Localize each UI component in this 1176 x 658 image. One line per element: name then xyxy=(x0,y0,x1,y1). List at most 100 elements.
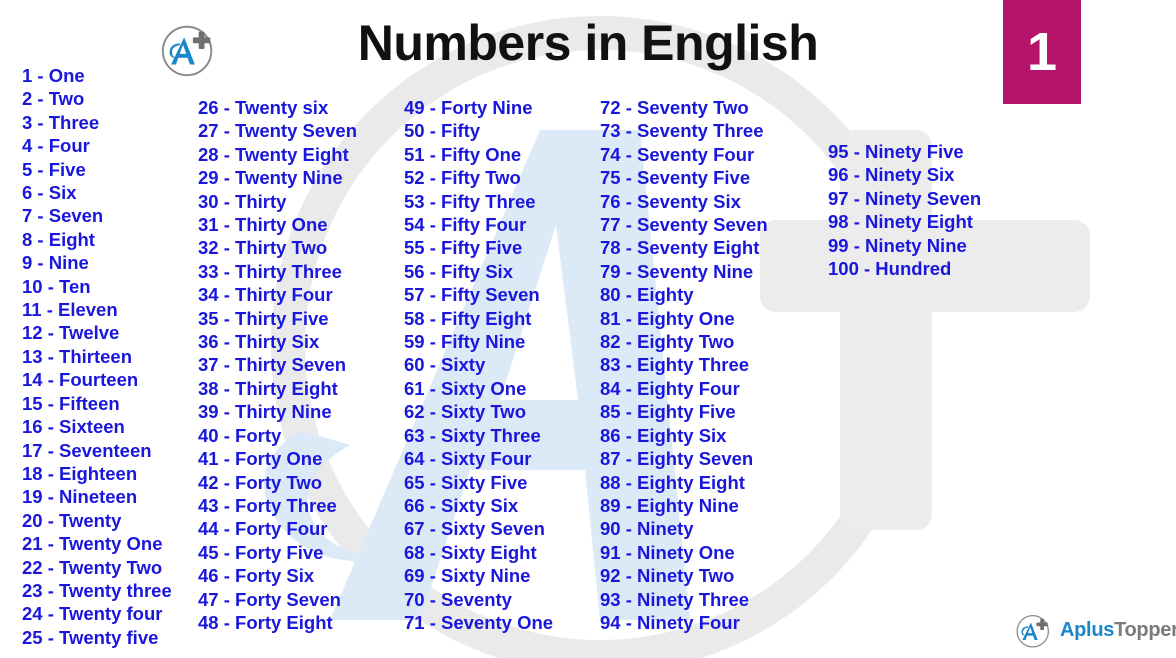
number-entry: 80 - Eighty xyxy=(600,284,694,306)
number-entry: 43 - Forty Three xyxy=(198,494,337,516)
number-entry: 47 - Forty Seven xyxy=(198,588,341,610)
number-entry: 20 - Twenty xyxy=(22,509,122,531)
number-entry: 51 - Fifty One xyxy=(404,143,522,165)
number-entry: 62 - Sixty Two xyxy=(404,401,526,423)
number-entry: 3 - Three xyxy=(22,111,100,133)
number-entry: 86 - Eighty Six xyxy=(600,424,727,446)
number-column-4: 72 - Seventy Two 73 - Seventy Three 74 - S… xyxy=(600,96,768,634)
number-entry: 26 - Twenty six xyxy=(198,97,329,118)
number-entry: 12 - Twelve xyxy=(22,322,120,344)
number-entry: 15 - Fifteen xyxy=(22,392,120,414)
number-entry: 11 - Eleven xyxy=(22,299,118,321)
background-watermark xyxy=(0,0,1176,658)
watermark-shapes xyxy=(264,16,1090,658)
number-entry: 70 - Seventy xyxy=(404,588,512,610)
number-entry: 53 - Fifty Three xyxy=(404,190,536,212)
number-entry: 67 - Sixty Seven xyxy=(404,518,545,540)
number-column-1: 1 - One 2 - Two 3 - Three 4 - Four 5 - Five 6… xyxy=(22,64,172,649)
number-entry: 89 - Eighty Nine xyxy=(600,494,739,516)
number-entry: 38 - Thirty Eight xyxy=(198,377,338,399)
number-entry: 68 - Sixty Eight xyxy=(404,541,537,563)
number-entry: 82 - Eighty Two xyxy=(600,331,735,353)
number-entry: 87 - Eighty Seven xyxy=(600,448,754,470)
number-entry: 55 - Fifty Five xyxy=(404,237,523,259)
number-entry: 69 - Sixty Nine xyxy=(404,565,531,587)
number-entry: 6 - Six xyxy=(22,182,77,204)
number-entry: 36 - Thirty Six xyxy=(198,331,320,353)
number-entry: 34 - Thirty Four xyxy=(198,284,333,306)
number-entry: 28 - Twenty Eight xyxy=(198,143,349,165)
number-entry: 91 - Ninety One xyxy=(600,541,735,563)
number-entry: 23 - Twenty three xyxy=(22,579,172,601)
number-entry: 94 - Ninety Four xyxy=(600,611,740,633)
number-entry: 74 - Seventy Four xyxy=(600,143,755,165)
brand-watermark: AplusTopper xyxy=(1014,610,1176,650)
number-entry: 13 - Thirteen xyxy=(22,345,132,367)
number-entry: 29 - Twenty Nine xyxy=(198,167,343,189)
number-entry: 8 - Eight xyxy=(22,228,95,250)
number-entry: 14 - Fourteen xyxy=(22,369,139,391)
number-entry: 71 - Seventy One xyxy=(404,611,554,633)
number-entry: 25 - Twenty five xyxy=(22,626,159,648)
number-entry: 46 - Forty Six xyxy=(198,565,315,587)
number-entry: 50 - Fifty xyxy=(404,120,481,142)
number-entry: 75 - Seventy Five xyxy=(600,167,751,189)
number-entry: 52 - Fifty Two xyxy=(404,167,521,189)
number-entry: 37 - Thirty Seven xyxy=(198,354,347,376)
number-entry: 45 - Forty Five xyxy=(198,541,324,563)
number-entry: 73 - Seventy Three xyxy=(600,120,764,142)
number-entry: 92 - Ninety Two xyxy=(600,565,735,587)
number-entry: 79 - Seventy Nine xyxy=(600,260,754,282)
number-entry: 54 - Fifty Four xyxy=(404,214,527,236)
brand-text-primary: Aplus xyxy=(1060,619,1115,641)
number-entry: 4 - Four xyxy=(22,135,90,157)
number-entry: 63 - Sixty Three xyxy=(404,424,541,446)
page-title: Numbers in English xyxy=(357,15,819,71)
number-entry: 27 - Twenty Seven xyxy=(198,120,358,142)
number-entry: 19 - Nineteen xyxy=(22,486,138,508)
number-entry: 24 - Twenty four xyxy=(22,603,163,625)
number-entry: 16 - Sixteen xyxy=(22,416,125,438)
number-entry: 85 - Eighty Five xyxy=(600,401,736,423)
number-entry: 32 - Thirty Two xyxy=(198,237,328,259)
number-entry: 44 - Forty Four xyxy=(198,518,328,540)
number-entry: 64 - Sixty Four xyxy=(404,448,532,470)
number-entry: 90 - Ninety xyxy=(600,518,694,540)
page-number-badge-label: 1 xyxy=(1026,22,1058,82)
number-column-2: 26 - Twenty six 27 - Twenty Seven 28 - Twe… xyxy=(198,96,357,634)
number-entry: 21 - Twenty One xyxy=(22,533,163,555)
number-entry: 18 - Eighteen xyxy=(22,462,138,484)
number-column-5: 95 - Ninety Five 96 - Ninety Six 97 - Nine… xyxy=(828,140,981,280)
number-entry: 61 - Sixty One xyxy=(404,377,527,399)
number-entry: 59 - Fifty Nine xyxy=(404,331,526,353)
number-entry: 66 - Sixty Six xyxy=(404,494,519,516)
number-column-3: 49 - Forty Nine 50 - Fifty 51 - Fifty One 5… xyxy=(404,96,553,634)
number-entry: 97 - Ninety Seven xyxy=(828,187,982,209)
number-entry: 56 - Fifty Six xyxy=(404,260,513,282)
number-entry: 88 - Eighty Eight xyxy=(600,471,745,493)
page-number-badge: 1 xyxy=(1003,0,1081,104)
number-entry: 30 - Thirty xyxy=(198,190,287,212)
number-entry: 49 - Forty Nine xyxy=(404,97,533,118)
brand-text: AplusTopper xyxy=(1060,620,1176,640)
number-entry: 77 - Seventy Seven xyxy=(600,214,768,236)
numbers-poster: Numbers in English 1 1 - One 2 - Two 3 - T… xyxy=(0,0,1176,658)
number-entry: 84 - Eighty Four xyxy=(600,377,740,399)
number-entry: 57 - Fifty Seven xyxy=(404,284,540,306)
number-entry: 10 - Ten xyxy=(22,275,91,297)
number-entry: 98 - Ninety Eight xyxy=(828,211,973,233)
brand-text-secondary: Topper xyxy=(1114,619,1176,641)
number-entry: 100 - Hundred xyxy=(828,258,952,280)
number-entry: 17 - Seventeen xyxy=(22,439,152,461)
number-entry: 39 - Thirty Nine xyxy=(198,401,332,423)
number-entry: 33 - Thirty Three xyxy=(198,260,342,282)
number-entry: 83 - Eighty Three xyxy=(600,354,750,376)
number-entry: 5 - Five xyxy=(22,158,86,180)
number-entry: 81 - Eighty One xyxy=(600,307,735,329)
number-entry: 78 - Seventy Eight xyxy=(600,237,760,259)
number-entry: 72 - Seventy Two xyxy=(600,97,749,118)
number-entry: 58 - Fifty Eight xyxy=(404,307,532,329)
number-entry: 2 - Two xyxy=(22,88,85,110)
number-entry: 35 - Thirty Five xyxy=(198,307,329,329)
number-entry: 9 - Nine xyxy=(22,252,89,274)
